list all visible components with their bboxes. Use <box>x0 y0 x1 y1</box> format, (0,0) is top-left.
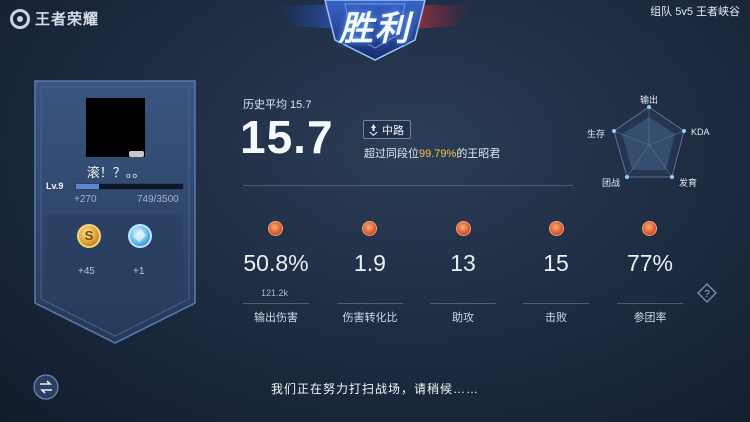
stat-value-kill: 15 <box>543 250 569 276</box>
radar-label-teamfight: 团战 <box>602 178 621 188</box>
stat-underline <box>337 303 403 304</box>
stat-value-damage: 50.8% <box>243 250 309 276</box>
player-level: Lv.9 <box>46 181 64 191</box>
xp-progress-fill <box>76 184 99 189</box>
radar-label-kda: KDA <box>691 127 710 137</box>
stat-value-assist: 13 <box>450 250 476 276</box>
radar-label-develop: 发育 <box>679 178 698 188</box>
victory-banner: 胜利 <box>275 0 475 62</box>
percentile-prefix: 超过同段位 <box>364 148 419 160</box>
match-score: 15.7 <box>240 111 334 163</box>
flag-icon <box>642 221 657 236</box>
radar-label-survive: 生存 <box>587 129 606 139</box>
conversion-icon <box>362 221 377 236</box>
stat-label-assist: 助攻 <box>452 312 474 324</box>
lane-tag: 中路 <box>363 120 411 139</box>
section-divider <box>243 185 573 186</box>
lane-icon <box>369 123 378 136</box>
stat-label-kill: 击败 <box>545 312 567 324</box>
xp-progress-bar <box>75 183 184 190</box>
loading-message: 我们正在努力打扫战场，请稍候…… <box>270 382 479 396</box>
diamond-icon <box>128 224 152 248</box>
stat-value-conversion: 1.9 <box>354 250 386 276</box>
victory-title: 胜利 <box>339 10 411 48</box>
xp-gain: +270 <box>74 194 97 205</box>
gold-coin-icon <box>77 224 101 248</box>
percentile-text: 超过同段位99.79%的王昭君 <box>364 145 500 161</box>
xp-total: 749/3500 <box>137 194 179 205</box>
stat-underline <box>243 303 309 304</box>
player-name: 滚！？。。 <box>86 165 146 180</box>
radar-label-output: 输出 <box>640 95 659 105</box>
logo-icon <box>10 8 30 29</box>
avatar-frame-badge <box>129 151 144 157</box>
kill-icon <box>549 221 564 236</box>
percentile-suffix: 的王昭君 <box>456 148 501 160</box>
stat-underline <box>617 303 683 304</box>
stat-value-participation: 77% <box>626 250 674 276</box>
stat-sub-damage: 121.2k <box>261 288 289 298</box>
percentile-value: 99.79% <box>419 148 457 160</box>
stat-underline <box>430 303 496 304</box>
game-mode-label: 组队 5v5 王者峡谷 <box>650 6 740 18</box>
lane-label: 中路 <box>382 124 404 137</box>
game-logo: 王者荣耀 <box>10 8 99 29</box>
assist-icon <box>456 221 471 236</box>
reward-box <box>45 215 183 281</box>
svg-text:?: ? <box>704 289 710 300</box>
stat-underline <box>523 303 589 304</box>
stat-label-conversion: 伤害转化比 <box>342 312 398 324</box>
stat-label-damage: 输出伤害 <box>254 312 298 324</box>
help-icon[interactable]: ? <box>697 283 717 303</box>
logo-text: 王者荣耀 <box>35 11 100 28</box>
diamond-reward: +1 <box>133 266 145 277</box>
gold-reward: +45 <box>78 266 95 277</box>
stat-label-participation: 参团率 <box>633 312 667 324</box>
damage-icon <box>268 221 283 236</box>
player-avatar[interactable] <box>86 98 145 157</box>
